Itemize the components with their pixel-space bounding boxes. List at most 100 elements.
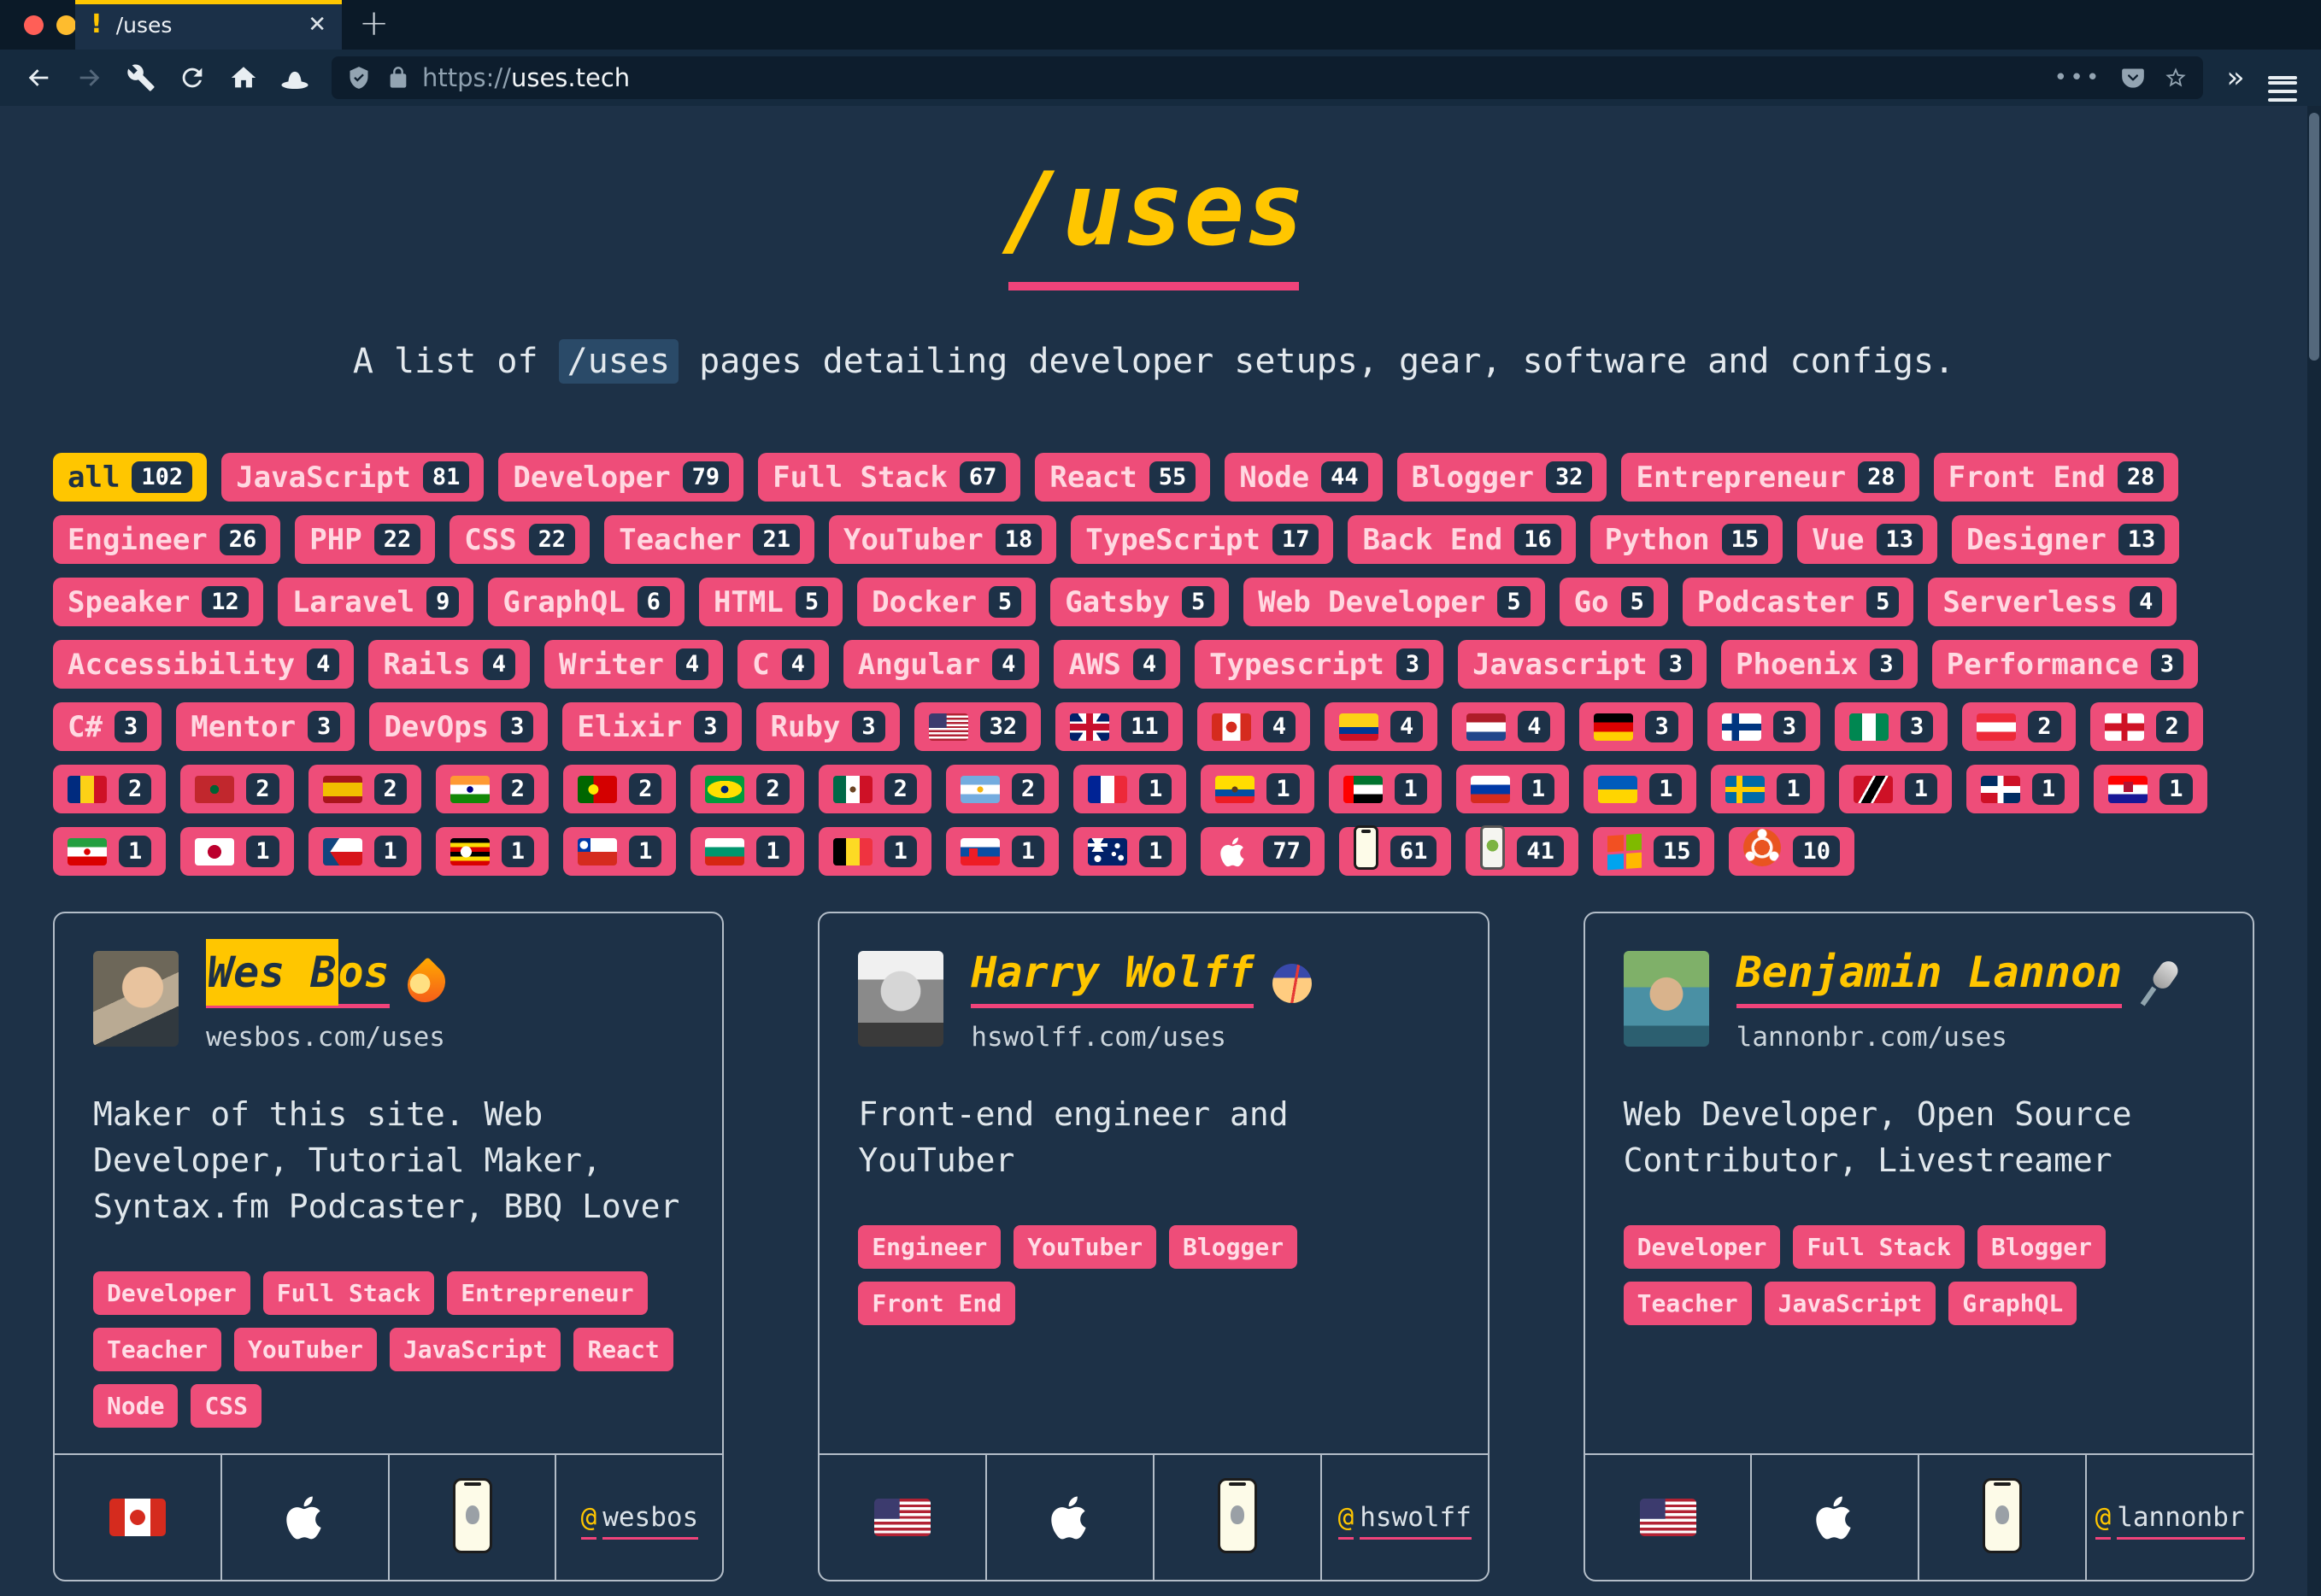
profile-tag[interactable]: Node	[93, 1384, 178, 1428]
tracking-protection-shield-icon[interactable]	[347, 66, 371, 90]
filter-tag-youtuber[interactable]: YouTuber18	[829, 515, 1056, 564]
twitter-handle-link[interactable]: @wesbos	[581, 1502, 699, 1533]
filter-tag-ec[interactable]: 1	[1201, 765, 1313, 813]
filter-tag-elixir[interactable]: Elixir3	[562, 702, 741, 751]
reload-button[interactable]	[167, 54, 217, 102]
filter-tag-docker[interactable]: Docker5	[857, 578, 1036, 626]
profile-tag[interactable]: GraphQL	[1948, 1282, 2077, 1325]
filter-tag-ng[interactable]: 3	[1835, 702, 1948, 751]
filter-tag-performance[interactable]: Performance3	[1932, 640, 2198, 689]
filter-tag-c[interactable]: C4	[737, 640, 829, 689]
filter-tag-full-stack[interactable]: Full Stack67	[758, 453, 1020, 502]
filter-tag-c-[interactable]: C#3	[53, 702, 162, 751]
filter-tag-at[interactable]: 2	[1962, 702, 2075, 751]
filter-tag-blogger[interactable]: Blogger32	[1397, 453, 1607, 502]
filter-tag-ro[interactable]: 2	[53, 765, 166, 813]
wrench-icon[interactable]	[116, 54, 166, 102]
filter-tag-html[interactable]: HTML5	[699, 578, 843, 626]
back-button[interactable]	[14, 54, 63, 102]
filter-tag-in[interactable]: 2	[436, 765, 549, 813]
filter-tag-ru[interactable]: 1	[1456, 765, 1569, 813]
profile-tag[interactable]: JavaScript	[1765, 1282, 1936, 1325]
filter-tag-tt[interactable]: 1	[1839, 765, 1952, 813]
filter-tag-laravel[interactable]: Laravel9	[278, 578, 474, 626]
profile-tag[interactable]: YouTuber	[234, 1328, 377, 1371]
filter-tag-windows[interactable]: 15	[1593, 827, 1715, 876]
profile-tag[interactable]: JavaScript	[390, 1328, 561, 1371]
filter-tag-se[interactable]: 1	[1711, 765, 1824, 813]
profile-tag[interactable]: Teacher	[1624, 1282, 1752, 1325]
filter-tag-teacher[interactable]: Teacher21	[604, 515, 814, 564]
profile-tag[interactable]: Teacher	[93, 1328, 221, 1371]
filter-tag-rails[interactable]: Rails4	[368, 640, 530, 689]
filter-tag-writer[interactable]: Writer4	[544, 640, 723, 689]
scrollbar-thumb[interactable]	[2309, 113, 2319, 361]
browser-tab[interactable]: ! /uses ✕	[75, 0, 342, 50]
filter-tag-ua[interactable]: 1	[1584, 765, 1696, 813]
profile-name-link[interactable]: Benjamin Lannon	[1736, 951, 2123, 1008]
profile-tag[interactable]: CSS	[191, 1384, 261, 1428]
hamburger-menu-icon[interactable]	[2258, 54, 2307, 102]
filter-tag-de[interactable]: 3	[1579, 702, 1692, 751]
filter-tag-be[interactable]: 1	[819, 827, 931, 876]
overflow-menu-icon[interactable]: »	[2215, 61, 2256, 95]
filter-tag-fr[interactable]: 1	[1073, 765, 1186, 813]
filter-tag-ruby[interactable]: Ruby3	[756, 702, 900, 751]
profile-tag[interactable]: YouTuber	[1014, 1225, 1156, 1269]
forward-button[interactable]	[65, 54, 115, 102]
filter-tag-mx[interactable]: 2	[819, 765, 931, 813]
filter-tag-podcaster[interactable]: Podcaster5	[1683, 578, 1914, 626]
filter-tag-developer[interactable]: Developer79	[498, 453, 743, 502]
filter-tag-mentor[interactable]: Mentor3	[176, 702, 355, 751]
filter-tag-devops[interactable]: DevOps3	[369, 702, 548, 751]
profile-tag[interactable]: Front End	[858, 1282, 1015, 1325]
filter-tag-typescript[interactable]: TypeScript17	[1071, 515, 1333, 564]
filter-tag-au[interactable]: 1	[1073, 827, 1186, 876]
filter-tag-back-end[interactable]: Back End16	[1348, 515, 1575, 564]
filter-tag-apple[interactable]: 77	[1201, 827, 1325, 876]
filter-tag-aws[interactable]: AWS4	[1054, 640, 1180, 689]
filter-tag-ca[interactable]: 4	[1197, 702, 1310, 751]
filter-tag-node[interactable]: Node44	[1225, 453, 1382, 502]
home-button[interactable]	[219, 54, 268, 102]
profile-tag[interactable]: React	[573, 1328, 673, 1371]
filter-tag-england[interactable]: 2	[2090, 702, 2203, 751]
filter-tag-nl[interactable]: 4	[1452, 702, 1565, 751]
filter-tag-cz[interactable]: 1	[308, 827, 421, 876]
filter-tag-ar[interactable]: 2	[946, 765, 1059, 813]
filter-tag-iphone[interactable]: 61	[1339, 827, 1452, 876]
filter-tag-php[interactable]: PHP22	[295, 515, 435, 564]
filter-tag-bg[interactable]: 1	[690, 827, 803, 876]
filter-tag-us[interactable]: 32	[914, 702, 1042, 751]
filter-tag-ae[interactable]: 1	[1329, 765, 1442, 813]
filter-tag-fi[interactable]: 3	[1707, 702, 1820, 751]
filter-tag-pt[interactable]: 2	[563, 765, 676, 813]
filter-tag-android[interactable]: 41	[1466, 827, 1578, 876]
close-tab-icon[interactable]: ✕	[308, 12, 326, 38]
filter-tag-designer[interactable]: Designer13	[1952, 515, 2179, 564]
filter-tag-ug[interactable]: 1	[436, 827, 549, 876]
filter-tag-ubuntu[interactable]: 10	[1729, 827, 1854, 876]
page-actions-icon[interactable]: •••	[2054, 65, 2102, 91]
filter-tag-javascript[interactable]: Javascript3	[1458, 640, 1707, 689]
filter-tag-jp[interactable]: 1	[180, 827, 293, 876]
filter-tag-hr[interactable]: 1	[2094, 765, 2206, 813]
profile-tag[interactable]: Entrepreneur	[447, 1271, 647, 1315]
filter-tag-front-end[interactable]: Front End28	[1934, 453, 2179, 502]
profile-tag[interactable]: Blogger	[1169, 1225, 1297, 1269]
filter-tag-go[interactable]: Go5	[1560, 578, 1668, 626]
close-window-button[interactable]	[24, 15, 44, 35]
filter-tag-co[interactable]: 4	[1325, 702, 1437, 751]
filter-tag-all[interactable]: all102	[53, 453, 207, 502]
profile-tag[interactable]: Developer	[1624, 1225, 1781, 1269]
filter-tag-br[interactable]: 2	[690, 765, 803, 813]
profile-name-link[interactable]: Harry Wolff	[971, 951, 1254, 1008]
filter-tag-python[interactable]: Python15	[1590, 515, 1783, 564]
page-scrollbar[interactable]	[2307, 106, 2321, 1596]
filter-tag-phoenix[interactable]: Phoenix3	[1721, 640, 1918, 689]
filter-tag-angular[interactable]: Angular4	[843, 640, 1040, 689]
profile-name-link[interactable]: Wes Bos	[206, 951, 390, 1008]
new-tab-button[interactable]: +	[359, 2, 389, 44]
filter-tag-do[interactable]: 1	[1966, 765, 2079, 813]
filter-tag-javascript[interactable]: JavaScript81	[221, 453, 484, 502]
